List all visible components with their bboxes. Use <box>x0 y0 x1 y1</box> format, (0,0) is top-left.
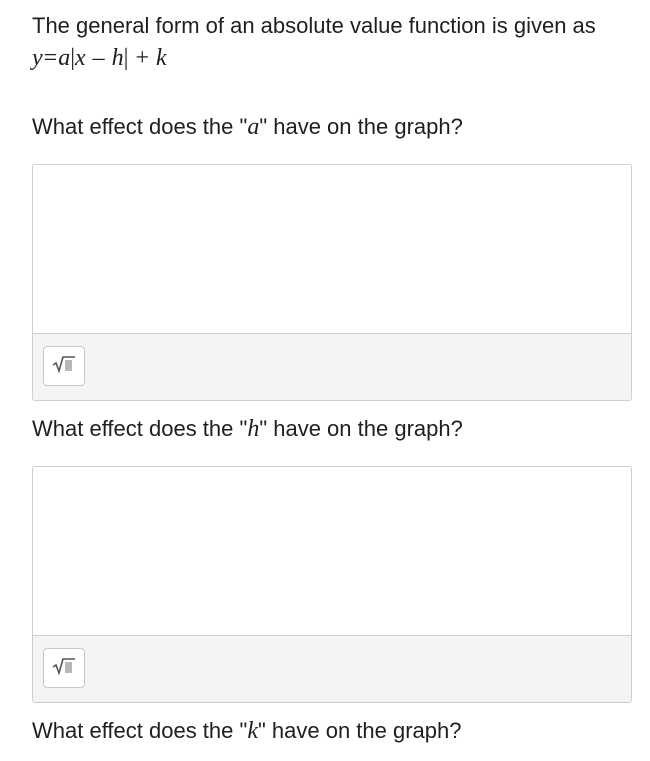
intro-sentence: The general form of an absolute value fu… <box>32 13 596 38</box>
general-form-equation: y=a|x – h| + k <box>32 45 167 71</box>
answer-toolbar-h <box>33 636 631 702</box>
answer-box-a <box>32 164 632 401</box>
square-root-icon <box>51 354 77 379</box>
answer-toolbar-a <box>33 334 631 400</box>
question-h: What effect does the "h" have on the gra… <box>32 416 463 442</box>
answer-input-a[interactable] <box>33 165 631 334</box>
variable-h: h <box>247 416 260 442</box>
question-k: What effect does the "k" have on the gra… <box>32 718 462 744</box>
square-root-icon <box>51 656 77 681</box>
variable-k: k <box>247 718 258 744</box>
question-a: What effect does the "a" have on the gra… <box>32 114 463 140</box>
answer-box-h <box>32 466 632 703</box>
answer-input-h[interactable] <box>33 467 631 636</box>
insert-math-button[interactable] <box>43 346 85 386</box>
variable-a: a <box>247 114 260 140</box>
insert-math-button[interactable] <box>43 648 85 688</box>
intro-text: The general form of an absolute value fu… <box>32 10 632 74</box>
